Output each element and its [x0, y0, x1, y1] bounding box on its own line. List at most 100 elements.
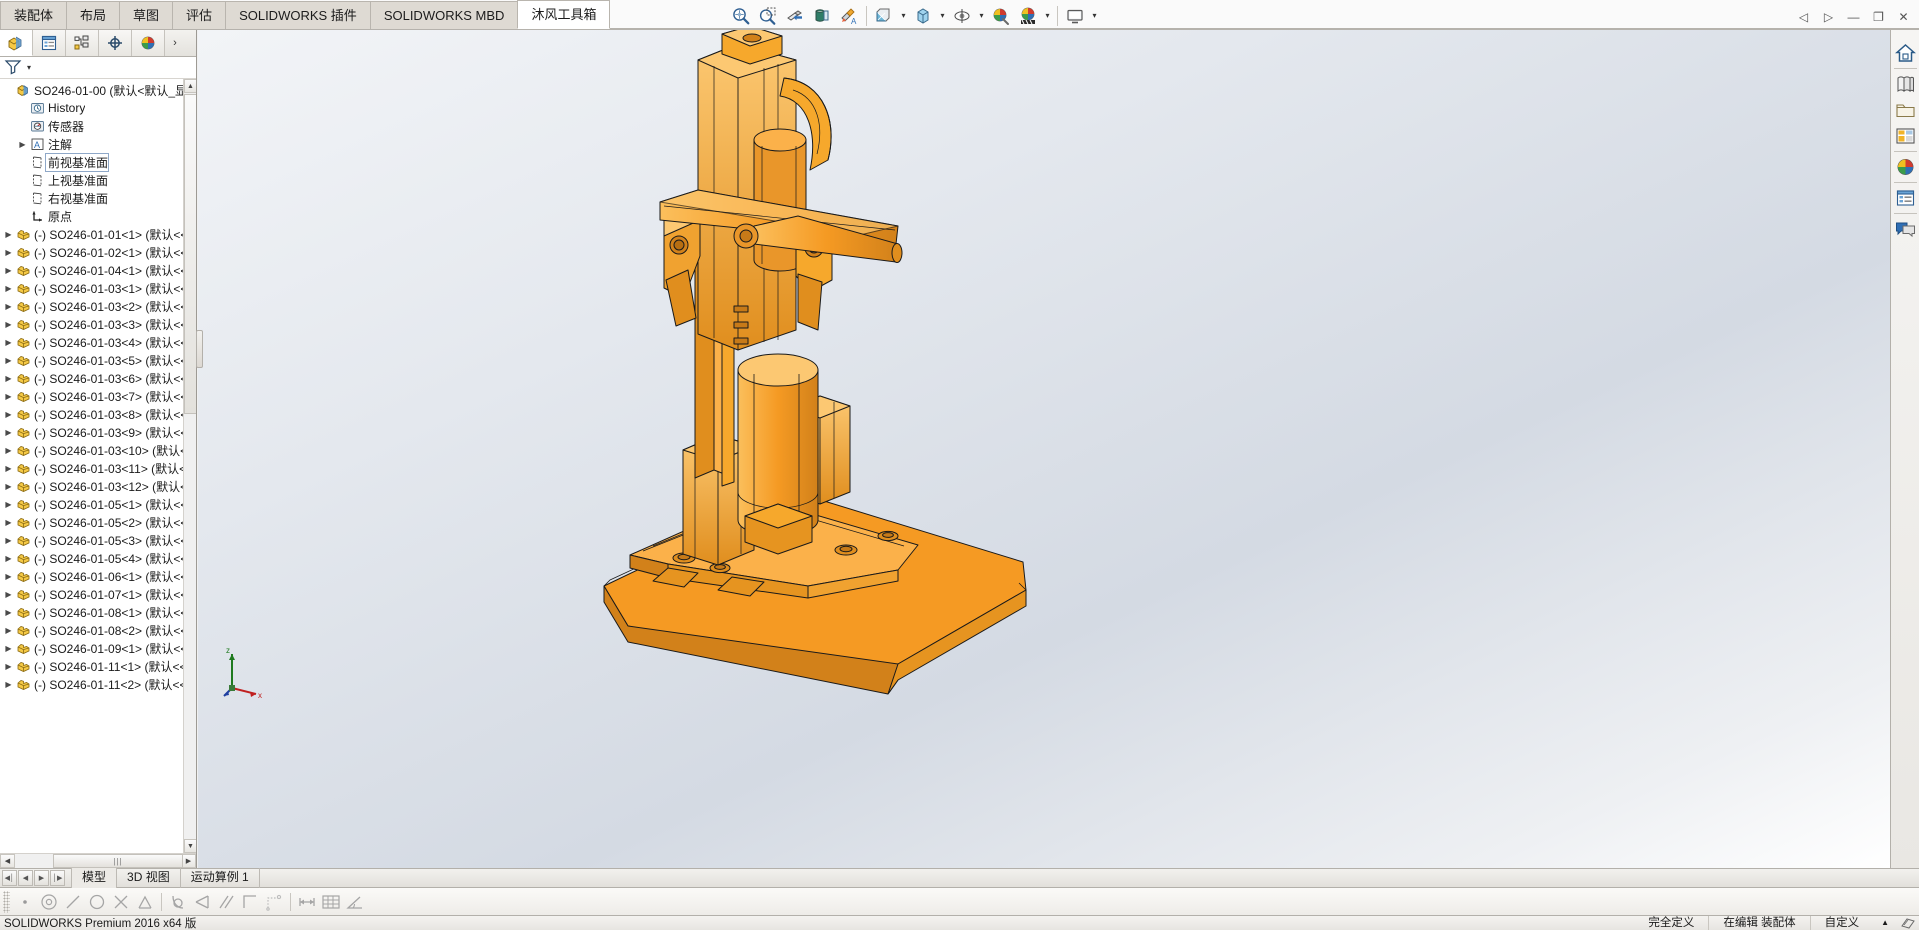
tree-expand-arrow-icon[interactable]: ▶	[2, 338, 15, 347]
tree-expand-arrow-icon[interactable]: ▶	[2, 392, 15, 401]
tree-expand-arrow-icon[interactable]: ▶	[2, 428, 15, 437]
tree-item[interactable]: ▶ (-) SO246-01-05<3> (默认<<默	[2, 531, 196, 549]
restore-right-icon[interactable]: ▷	[1817, 6, 1840, 28]
tree-expand-arrow-icon[interactable]: ▶	[2, 446, 15, 455]
ribbon-tab-6[interactable]: 沐风工具箱	[517, 0, 611, 29]
line-icon[interactable]	[61, 890, 85, 914]
tree-item[interactable]: ▶ (-) SO246-01-03<12> (默认<<	[2, 477, 196, 495]
tree-item[interactable]: ▶ (-) SO246-01-03<5> (默认<<默	[2, 351, 196, 369]
tree-item[interactable]: History	[2, 99, 196, 117]
tree-expand-arrow-icon[interactable]: ▶	[2, 608, 15, 617]
tree-expand-arrow-icon[interactable]: ▶	[2, 572, 15, 581]
last-tab-button[interactable]: │▶	[50, 870, 65, 886]
viewport-layout-dropdown-arrow-icon[interactable]: ▾	[1089, 3, 1100, 29]
first-tab-button[interactable]: ◀│	[2, 870, 17, 886]
minimize-icon[interactable]: —	[1842, 6, 1865, 28]
scroll-up-button[interactable]: ▲	[184, 79, 196, 93]
circle-relation-icon[interactable]	[85, 890, 109, 914]
tree-item[interactable]: ▶ (-) SO246-01-01<1> (默认<<默	[2, 225, 196, 243]
tree-item[interactable]: 前视基准面	[2, 152, 196, 172]
tree-expand-arrow-icon[interactable]: ▶	[2, 590, 15, 599]
tree-expand-arrow-icon[interactable]: ▶	[2, 626, 15, 635]
feature-manager-tab[interactable]	[0, 30, 33, 56]
point-icon[interactable]	[13, 890, 37, 914]
zoom-to-area-icon[interactable]	[755, 3, 781, 29]
tree-item[interactable]: ▶ A 注解	[2, 135, 196, 153]
panel-splitter-handle[interactable]	[196, 330, 203, 368]
tree-expand-arrow-icon[interactable]: ▶	[2, 410, 15, 419]
section-view-icon[interactable]	[782, 3, 808, 29]
angle-dimension-icon[interactable]	[343, 890, 367, 914]
viewport-layout-icon[interactable]	[1062, 3, 1088, 29]
construction-geometry-icon[interactable]	[262, 890, 286, 914]
tree-expand-arrow-icon[interactable]: ▶	[2, 284, 15, 293]
tree-item[interactable]: ▶ (-) SO246-01-09<1> (默认<<默	[2, 639, 196, 657]
perpendicular-relation-icon[interactable]	[190, 890, 214, 914]
tree-expand-arrow-icon[interactable]: ▶	[2, 680, 15, 689]
tree-item[interactable]: ▶ (-) SO246-01-03<11> (默认<<	[2, 459, 196, 477]
tree-item[interactable]: ▶ (-) SO246-01-03<4> (默认<<默	[2, 333, 196, 351]
feature-tree-horizontal-scrollbar[interactable]: ◀ ||| ▶	[0, 853, 196, 868]
tree-item[interactable]: ▶ (-) SO246-01-05<4> (默认<<默	[2, 549, 196, 567]
document-tab-0[interactable]: 模型	[71, 868, 118, 888]
tree-expand-arrow-icon[interactable]: ▶	[2, 464, 15, 473]
ribbon-tab-2[interactable]: 草图	[119, 1, 174, 29]
tree-item[interactable]: 上视基准面	[2, 171, 196, 189]
ribbon-tab-1[interactable]: 布局	[66, 1, 121, 29]
tree-item[interactable]: ▶ (-) SO246-01-03<2> (默认<<默	[2, 297, 196, 315]
customize-arrow[interactable]: ▲	[1873, 916, 1897, 930]
tree-expand-arrow-icon[interactable]: ▶	[2, 320, 15, 329]
tree-expand-arrow-icon[interactable]: ▶	[2, 536, 15, 545]
file-explorer-icon[interactable]	[1892, 97, 1919, 123]
scroll-left-button[interactable]: ◀	[0, 854, 15, 868]
dimxpert-manager-tab[interactable]	[99, 30, 132, 56]
tree-item[interactable]: ▶ (-) SO246-01-05<1> (默认<<默	[2, 495, 196, 513]
zoom-to-fit-icon[interactable]	[728, 3, 754, 29]
tree-expand-arrow-icon[interactable]: ▶	[2, 554, 15, 563]
coincident-relation-icon[interactable]	[109, 890, 133, 914]
tree-expand-arrow-icon[interactable]: ▶	[2, 662, 15, 671]
design-library-icon[interactable]	[1892, 71, 1919, 97]
view-palette-icon[interactable]	[1892, 123, 1919, 149]
filter-dropdown-arrow-icon[interactable]: ▾	[26, 63, 31, 72]
tree-item[interactable]: 原点	[2, 207, 196, 225]
tree-item[interactable]: ▶ (-) SO246-01-05<2> (默认<<默	[2, 513, 196, 531]
panel-tabs-overflow-button[interactable]: ›	[165, 30, 185, 56]
tree-expand-arrow-icon[interactable]: ▶	[2, 248, 15, 257]
scroll-down-button[interactable]: ▼	[184, 839, 196, 853]
tree-expand-arrow-icon[interactable]: ▶	[2, 374, 15, 383]
tree-item[interactable]: 传感器	[2, 117, 196, 135]
edit-appearance-icon[interactable]: A	[836, 3, 862, 29]
tree-item[interactable]: ▶ (-) SO246-01-08<1> (默认<<默	[2, 603, 196, 621]
ribbon-tab-0[interactable]: 装配体	[0, 1, 68, 29]
tree-item[interactable]: ▶ (-) SO246-01-03<9> (默认<<默	[2, 423, 196, 441]
assembly-3d-model[interactable]	[198, 30, 1890, 868]
tree-expand-arrow-icon[interactable]: ▶	[2, 518, 15, 527]
smart-dimension-icon[interactable]	[295, 890, 319, 914]
linear-pattern-icon[interactable]	[319, 890, 343, 914]
document-tab-1[interactable]: 3D 视图	[117, 868, 181, 888]
document-tab-2[interactable]: 运动算例 1	[181, 868, 260, 888]
tree-expand-arrow-icon[interactable]: ▶	[2, 482, 15, 491]
property-manager-tab[interactable]	[33, 30, 66, 56]
tree-item[interactable]: ▶ (-) SO246-01-03<7> (默认<<默	[2, 387, 196, 405]
tree-item[interactable]: ▶ (-) SO246-01-03<10> (默认<<	[2, 441, 196, 459]
tree-item[interactable]: ▶ (-) SO246-01-03<1> (默认<<默	[2, 279, 196, 297]
tangent-relation-icon[interactable]	[166, 890, 190, 914]
view-orientation-cube-icon[interactable]	[809, 3, 835, 29]
display-style-dropdown-arrow-icon[interactable]: ▾	[937, 3, 948, 29]
tree-expand-arrow-icon[interactable]: ▶	[2, 644, 15, 653]
display-style-icon[interactable]	[910, 3, 936, 29]
feature-tree[interactable]: SO246-01-00 (默认<默认_显示状态- History 传感器 ▶ A 注解前视…	[0, 79, 196, 853]
toolbar-grip[interactable]	[3, 890, 10, 913]
view-setting-palette-icon[interactable]	[1015, 3, 1041, 29]
tree-expand-arrow-icon[interactable]: ▶	[16, 140, 29, 149]
appearances-scenes-icon[interactable]	[1892, 154, 1919, 180]
tree-item[interactable]: ▶ (-) SO246-01-02<1> (默认<<默	[2, 243, 196, 261]
tree-expand-arrow-icon[interactable]: ▶	[2, 266, 15, 275]
ribbon-tab-3[interactable]: 评估	[172, 1, 227, 29]
tree-expand-arrow-icon[interactable]: ▶	[2, 230, 15, 239]
tree-item[interactable]: ▶ (-) SO246-01-03<3> (默认<<默	[2, 315, 196, 333]
tree-item[interactable]: ▶ (-) SO246-01-04<1> (默认<<默	[2, 261, 196, 279]
scroll-right-button[interactable]: ▶	[181, 854, 196, 868]
